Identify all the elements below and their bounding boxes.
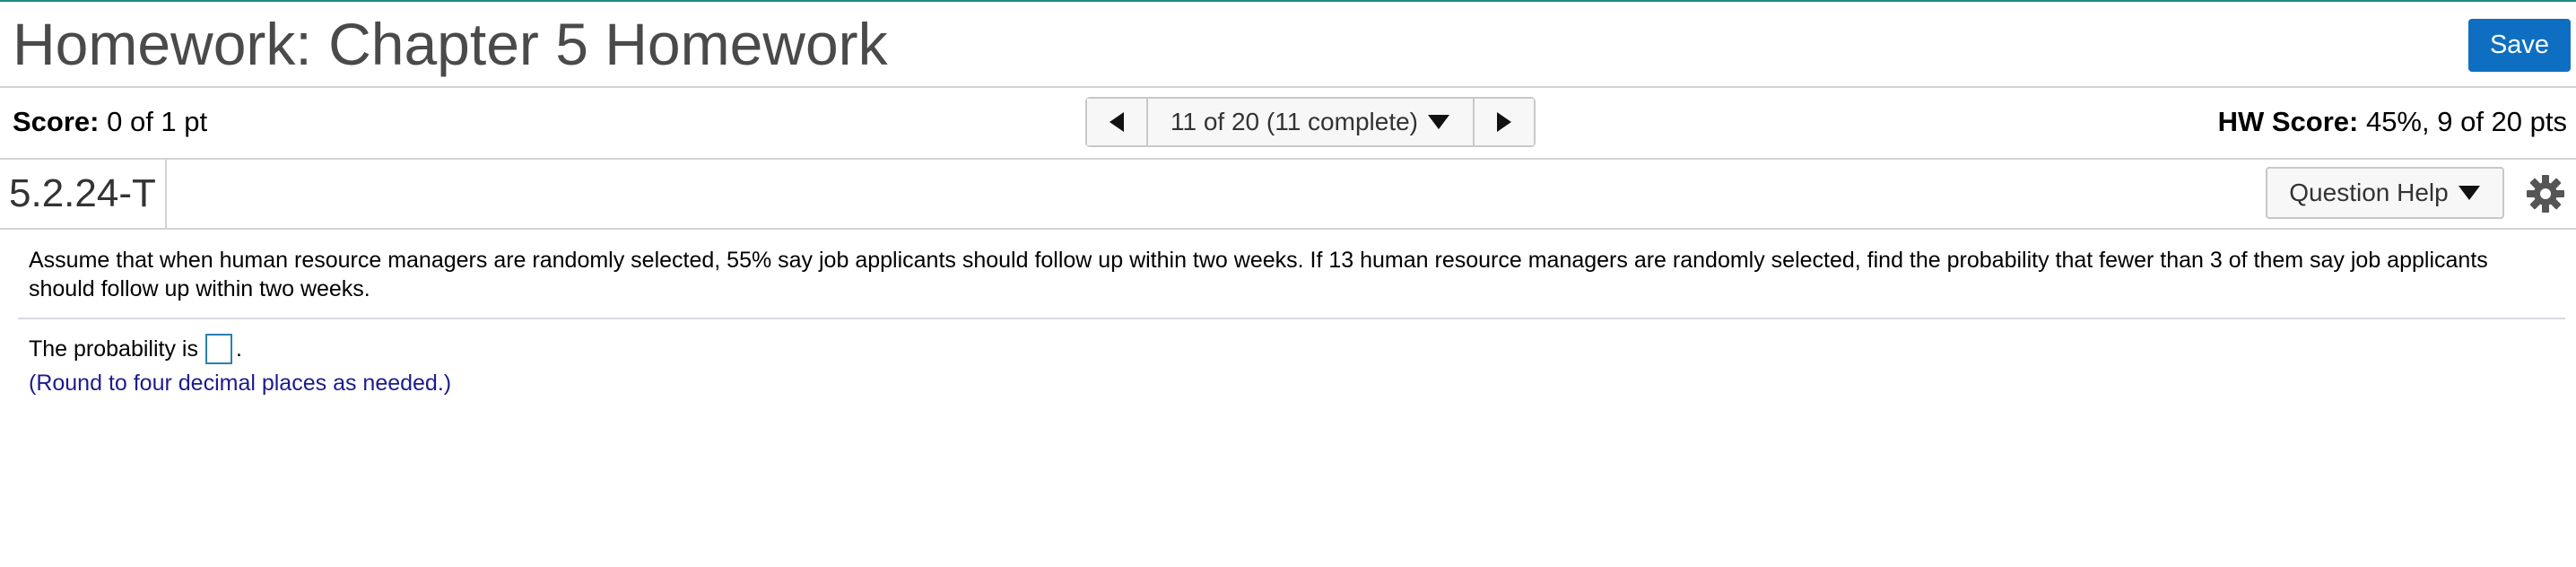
score-label: Score: [13, 106, 100, 137]
answer-prefix: The probability is [29, 336, 198, 362]
rounding-hint: (Round to four decimal places as needed.… [29, 371, 452, 396]
question-help-label: Question Help [2289, 179, 2449, 206]
chevron-down-icon [2458, 186, 2480, 200]
question-text: Assume that when human resource managers… [29, 248, 2488, 301]
save-button[interactable]: Save [2468, 19, 2571, 72]
chevron-down-icon [1428, 115, 1449, 129]
question-navigator: 11 of 20 (11 complete) [1085, 97, 1536, 147]
score-bar: Score: 0 of 1 pt 11 of 20 (11 complete) … [0, 86, 2576, 160]
answer-suffix: . [235, 336, 242, 362]
gear-icon [2527, 175, 2564, 213]
question-list-dropdown[interactable]: 11 of 20 (11 complete) [1148, 99, 1473, 145]
hw-score-value: 45%, 9 of 20 pts [2365, 106, 2567, 137]
question-score: Score: 0 of 1 pt [13, 104, 207, 140]
hw-score: HW Score: 45%, 9 of 20 pts [2218, 104, 2567, 140]
question-id: 5.2.24-T [9, 160, 167, 228]
page-title: Homework: Chapter 5 Homework [13, 11, 888, 77]
question-toolbar: 5.2.24-T Question Help [0, 160, 2576, 230]
hw-score-label: HW Score: [2217, 106, 2359, 137]
question-divider [18, 318, 2565, 319]
question-position-text: 11 of 20 (11 complete) [1170, 108, 1418, 135]
score-value: 0 of 1 pt [107, 106, 208, 137]
homework-header: Homework: Chapter 5 Homework Save [0, 2, 2576, 88]
previous-question-button[interactable] [1087, 99, 1148, 145]
triangle-right-icon [1497, 112, 1511, 132]
triangle-left-icon [1110, 112, 1124, 132]
settings-gear-button[interactable] [2522, 170, 2569, 217]
probability-answer-input[interactable] [205, 334, 232, 364]
next-question-button[interactable] [1473, 99, 1534, 145]
question-help-button[interactable]: Question Help [2266, 167, 2504, 219]
answer-row: The probability is . [29, 334, 242, 364]
